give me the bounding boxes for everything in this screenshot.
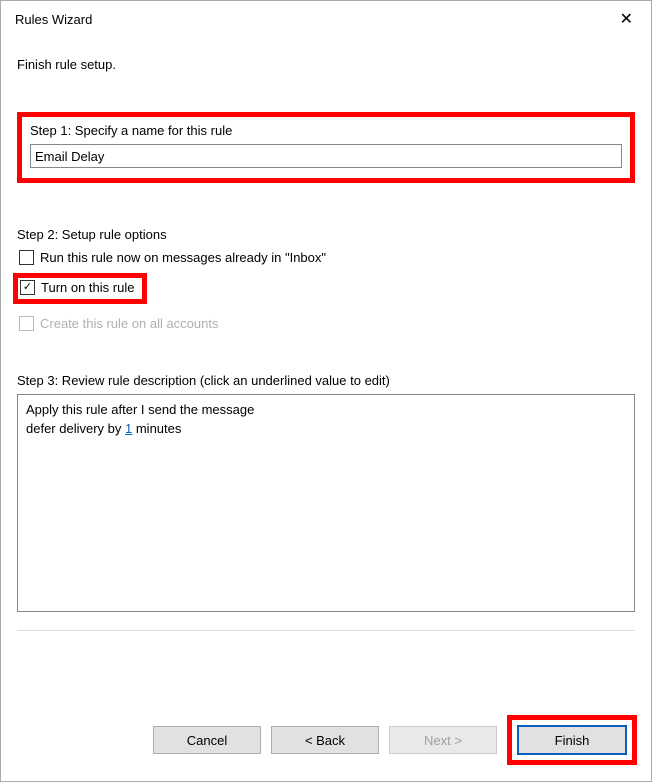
checkbox-all-accounts-label: Create this rule on all accounts (40, 316, 218, 331)
checkbox-run-now-row[interactable]: Run this rule now on messages already in… (19, 250, 635, 265)
dialog-content: Finish rule setup. Step 1: Specify a nam… (1, 33, 651, 612)
intro-text: Finish rule setup. (17, 57, 635, 72)
back-button[interactable]: < Back (271, 726, 379, 754)
cancel-button[interactable]: Cancel (153, 726, 261, 754)
step1-highlight: Step 1: Specify a name for this rule (17, 112, 635, 183)
desc-line1: Apply this rule after I send the message (26, 401, 626, 420)
rules-wizard-dialog: Rules Wizard ✕ Finish rule setup. Step 1… (0, 0, 652, 782)
checkbox-run-now-label: Run this rule now on messages already in… (40, 250, 326, 265)
window-title: Rules Wizard (15, 12, 92, 27)
checkbox-all-accounts-row: Create this rule on all accounts (19, 316, 635, 331)
step2-label: Step 2: Setup rule options (17, 227, 635, 242)
desc-line2: defer delivery by 1 minutes (26, 420, 626, 439)
checkbox-all-accounts (19, 316, 34, 331)
titlebar: Rules Wizard ✕ (1, 1, 651, 33)
step3-label: Step 3: Review rule description (click a… (17, 373, 635, 388)
checkbox-turn-on[interactable]: ✓ (20, 280, 35, 295)
checkbox-turn-on-highlight: ✓ Turn on this rule (13, 273, 147, 304)
rule-name-input[interactable] (30, 144, 622, 168)
next-button: Next > (389, 726, 497, 754)
step2-section: Step 2: Setup rule options Run this rule… (17, 227, 635, 331)
step1-label: Step 1: Specify a name for this rule (30, 123, 622, 138)
check-icon: ✓ (23, 282, 32, 293)
rule-description-box[interactable]: Apply this rule after I send the message… (17, 394, 635, 612)
checkbox-turn-on-label: Turn on this rule (41, 280, 134, 295)
dialog-footer: Cancel < Back Next > Finish (153, 715, 637, 765)
step3-section: Step 3: Review rule description (click a… (17, 373, 635, 612)
finish-button[interactable]: Finish (517, 725, 627, 755)
close-icon[interactable]: ✕ (614, 9, 639, 29)
finish-highlight: Finish (507, 715, 637, 765)
footer-separator (17, 630, 635, 631)
checkbox-run-now[interactable] (19, 250, 34, 265)
